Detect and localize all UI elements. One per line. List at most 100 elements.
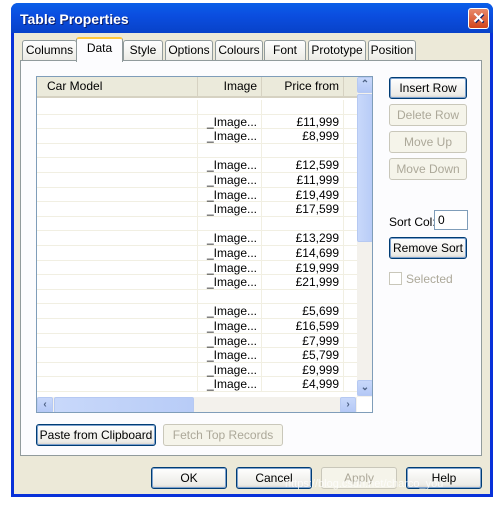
table-cell[interactable]: _Image... (198, 246, 262, 260)
table-row[interactable]: _Image... £8,999 (37, 129, 358, 144)
tab-columns[interactable]: Columns (22, 40, 77, 60)
table-cell[interactable] (37, 216, 198, 231)
table-cell[interactable]: £19,499 (262, 187, 344, 202)
table-cell[interactable] (37, 173, 198, 187)
tab-colours[interactable]: Colours (215, 40, 263, 60)
table-cell[interactable]: _Image... (198, 275, 262, 290)
remove-sort-button[interactable]: Remove Sort (389, 237, 467, 259)
table-cell[interactable] (37, 275, 198, 290)
table-cell[interactable]: _Image... (198, 202, 262, 217)
table-row[interactable]: _Image... £4,999 (37, 377, 358, 392)
table-row[interactable] (37, 289, 358, 305)
table-cell[interactable] (37, 143, 198, 158)
table-cell[interactable]: £14,699 (262, 246, 344, 260)
table-cell[interactable] (37, 158, 198, 173)
tab-prototype[interactable]: Prototype (308, 40, 366, 60)
table-cell[interactable] (198, 143, 262, 158)
table-cell[interactable]: _Image... (198, 173, 262, 187)
data-grid[interactable]: Car Model Image Price from _Image... £11,… (36, 76, 373, 413)
table-cell[interactable]: _Image... (198, 333, 262, 348)
table-cell[interactable]: _Image... (198, 129, 262, 144)
table-row[interactable]: _Image... £9,999 (37, 362, 358, 378)
table-cell[interactable]: £17,599 (262, 202, 344, 217)
table-cell[interactable]: _Image... (198, 260, 262, 275)
table-cell[interactable] (37, 319, 198, 333)
column-header-car-model[interactable]: Car Model (37, 77, 198, 96)
table-row[interactable]: _Image... £5,699 (37, 304, 358, 319)
table-cell[interactable] (262, 216, 344, 231)
table-cell[interactable] (198, 100, 262, 114)
table-cell[interactable]: £9,999 (262, 362, 344, 377)
tab-font[interactable]: Font (264, 40, 306, 60)
table-cell[interactable] (37, 231, 198, 246)
table-cell[interactable]: £5,799 (262, 348, 344, 363)
scroll-right-icon[interactable]: › (340, 397, 356, 412)
horizontal-scroll-thumb[interactable] (54, 397, 194, 412)
table-row[interactable]: _Image... £7,999 (37, 333, 358, 349)
table-cell[interactable]: £5,699 (262, 304, 344, 319)
table-cell[interactable]: £11,999 (262, 173, 344, 187)
table-cell[interactable]: £12,599 (262, 158, 344, 173)
table-row[interactable]: _Image... £11,999 (37, 173, 358, 188)
table-cell[interactable] (37, 304, 198, 319)
table-cell[interactable] (37, 100, 198, 114)
column-header-image[interactable]: Image (198, 77, 262, 96)
tab-data[interactable]: Data (76, 37, 123, 62)
table-cell[interactable] (262, 143, 344, 158)
table-cell[interactable]: _Image... (198, 377, 262, 392)
table-row[interactable]: _Image... £19,499 (37, 187, 358, 203)
table-row[interactable]: _Image... £5,799 (37, 348, 358, 363)
table-cell[interactable] (262, 289, 344, 304)
table-row[interactable]: _Image... £17,599 (37, 202, 358, 217)
table-cell[interactable]: £4,999 (262, 377, 344, 392)
table-cell[interactable] (37, 187, 198, 202)
scroll-down-icon[interactable]: ⌄ (357, 380, 372, 396)
table-row[interactable]: _Image... £19,999 (37, 260, 358, 276)
table-cell[interactable]: £7,999 (262, 333, 344, 348)
table-cell[interactable]: _Image... (198, 319, 262, 333)
paste-from-clipboard-button[interactable]: Paste from Clipboard (36, 424, 156, 446)
vertical-scrollbar[interactable]: ⌃ ⌄ (357, 77, 372, 397)
table-cell[interactable] (37, 260, 198, 275)
table-cell[interactable]: £21,999 (262, 275, 344, 290)
insert-row-button[interactable]: Insert Row (389, 77, 467, 99)
table-row[interactable] (37, 216, 358, 232)
tab-style[interactable]: Style (123, 40, 163, 60)
table-row[interactable]: _Image... £16,599 (37, 319, 358, 334)
column-header-price-from[interactable]: Price from (262, 77, 344, 96)
horizontal-scrollbar[interactable]: ‹ › (37, 397, 357, 412)
table-cell[interactable]: £19,999 (262, 260, 344, 275)
table-cell[interactable]: £16,599 (262, 319, 344, 333)
table-cell[interactable] (37, 348, 198, 363)
table-cell[interactable] (37, 114, 198, 129)
table-row[interactable] (37, 100, 358, 115)
table-cell[interactable] (37, 289, 198, 304)
table-cell[interactable] (198, 289, 262, 304)
table-cell[interactable]: _Image... (198, 304, 262, 319)
table-cell[interactable] (37, 362, 198, 377)
table-cell[interactable]: _Image... (198, 231, 262, 246)
table-cell[interactable]: _Image... (198, 348, 262, 363)
close-icon[interactable]: ✕ (468, 8, 489, 29)
tab-options[interactable]: Options (165, 40, 213, 60)
table-row[interactable] (37, 143, 358, 159)
vertical-scroll-thumb[interactable] (357, 94, 372, 242)
table-row[interactable]: _Image... £13,299 (37, 231, 358, 246)
tab-position[interactable]: Position (368, 40, 416, 60)
table-cell[interactable] (37, 246, 198, 260)
scroll-up-icon[interactable]: ⌃ (357, 77, 372, 93)
table-cell[interactable]: £13,299 (262, 231, 344, 246)
table-cell[interactable]: £8,999 (262, 129, 344, 144)
scroll-left-icon[interactable]: ‹ (37, 397, 53, 412)
table-cell[interactable] (262, 100, 344, 114)
sort-col-input[interactable]: 0 (434, 210, 468, 230)
table-cell[interactable]: _Image... (198, 158, 262, 173)
table-cell[interactable]: _Image... (198, 187, 262, 202)
table-cell[interactable]: £11,999 (262, 114, 344, 129)
ok-button[interactable]: OK (151, 467, 227, 489)
table-cell[interactable] (37, 202, 198, 217)
table-row[interactable]: _Image... £14,699 (37, 246, 358, 261)
table-row[interactable]: _Image... £21,999 (37, 275, 358, 290)
table-row[interactable]: _Image... £11,999 (37, 114, 358, 130)
table-cell[interactable]: _Image... (198, 362, 262, 377)
